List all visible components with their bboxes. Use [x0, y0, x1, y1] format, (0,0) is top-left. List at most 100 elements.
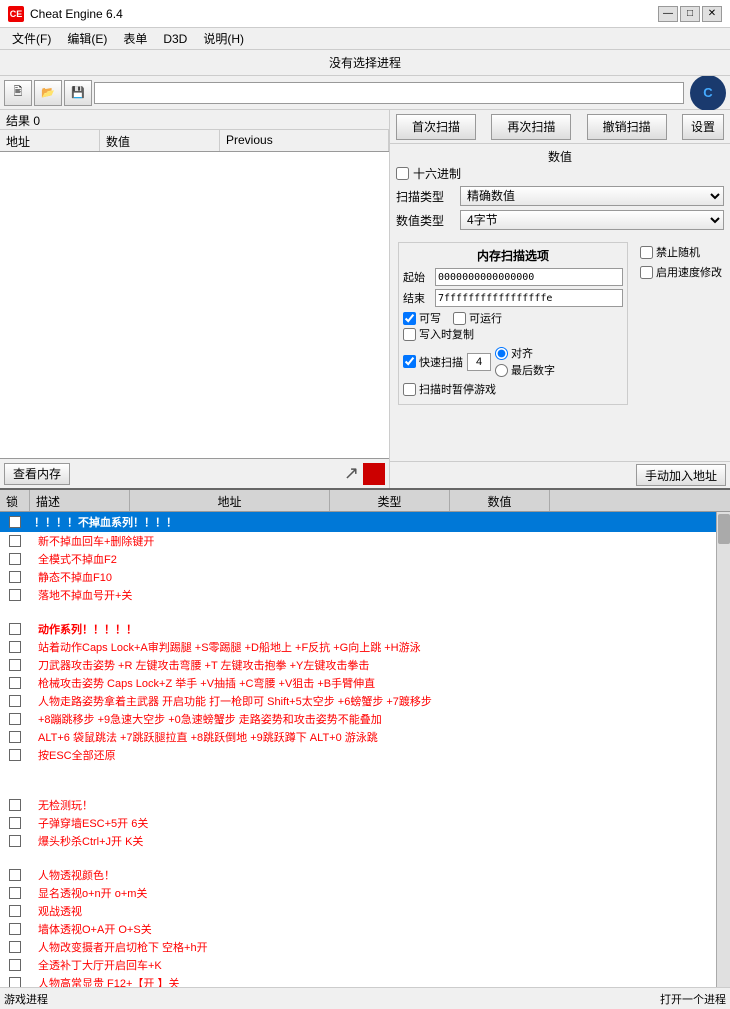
process-bar: 没有选择进程 [0, 50, 730, 76]
table-row [0, 604, 716, 620]
toolbar-new-button[interactable]: 🖹 [4, 80, 32, 106]
hex-checkbox[interactable] [396, 167, 409, 180]
stop-icon [363, 463, 385, 485]
quick-scan-row: 快速扫描 对齐 最后数字 [403, 345, 623, 378]
manual-add-button[interactable]: 手动加入地址 [636, 464, 726, 486]
value-type-label: 数值类型 [396, 212, 456, 229]
lower-table-header: 锁定 描述 地址 类型 数值 [0, 490, 730, 512]
right-panel-bottom: 手动加入地址 [390, 461, 730, 488]
pause-game-row: 扫描时暂停游戏 [403, 381, 623, 397]
writeable-checkbox[interactable] [403, 312, 416, 325]
settings-button[interactable]: 设置 [682, 114, 724, 140]
table-row[interactable]: 人物透视颜色！ [0, 866, 716, 884]
query-memory-button[interactable]: 查看内存 [4, 463, 70, 485]
table-row[interactable]: 动作系列！！！！！ [0, 620, 716, 638]
mem-end-row: 结束 [403, 289, 623, 307]
mem-start-label: 起始 [403, 269, 431, 285]
table-row[interactable]: +8蹦跳移步 +9急速大空步 +0急速螃蟹步 走路姿势和攻击姿势不能叠加 [0, 710, 716, 728]
process-input[interactable] [94, 82, 684, 104]
table-row[interactable]: 显名透视o+n开 o+m关 [0, 884, 716, 902]
toolbar-open-button[interactable]: 📂 [34, 80, 62, 106]
close-button[interactable]: ✕ [702, 6, 722, 22]
table-row[interactable]: ！！！！不掉血系列！！！！ [0, 512, 716, 532]
hex-checkbox-label: 十六进制 [396, 165, 461, 182]
lower-table-content[interactable]: ！！！！不掉血系列！！！！ 新不掉血回车+删除键开 全模式不掉血F2 静态不掉血… [0, 512, 716, 987]
executable-checkbox[interactable] [453, 312, 466, 325]
table-row[interactable]: 全透补丁大厅开启回车+K [0, 956, 716, 974]
table-row[interactable]: 全模式不掉血F2 [0, 550, 716, 568]
menu-file[interactable]: 文件(F) [4, 29, 59, 48]
table-row[interactable]: 无检测玩！ [0, 796, 716, 814]
pointer-icon: ↗ [344, 463, 359, 484]
disable-random-checkbox[interactable] [640, 246, 653, 259]
copy-on-write-checkbox[interactable] [403, 328, 416, 341]
hex-row: 十六进制 [396, 165, 724, 182]
enable-fast-modify-checkbox[interactable] [640, 266, 653, 279]
scrollbar-thumb[interactable] [718, 514, 730, 544]
scan-results-list[interactable] [0, 152, 389, 458]
title-controls: — □ ✕ [658, 6, 722, 22]
quick-scan-checkbox[interactable] [403, 355, 416, 368]
table-row [0, 780, 716, 796]
scan-options: 数值 十六进制 扫描类型 精确数值 数值类型 4字节 [390, 144, 730, 238]
radio-align[interactable] [495, 347, 508, 360]
table-row[interactable]: 静态不掉血F10 [0, 568, 716, 586]
right-panel: 首次扫描 再次扫描 撤销扫描 设置 数值 十六进制 扫描类型 精确数值 [390, 110, 730, 488]
lower-col-type: 类型 [330, 490, 450, 511]
radio-last-digit[interactable] [495, 364, 508, 377]
menu-d3d[interactable]: D3D [155, 31, 195, 47]
lower-col-lock: 锁定 [0, 490, 30, 511]
table-row[interactable]: 新不掉血回车+删除键开 [0, 532, 716, 550]
table-row[interactable]: 墙体透视O+A开 O+S关 [0, 920, 716, 938]
menu-help[interactable]: 说明(H) [195, 29, 252, 48]
table-row[interactable]: 落地不掉血号开+关 [0, 586, 716, 604]
quick-scan-input[interactable] [467, 353, 491, 371]
table-row[interactable]: 人物改变摄者开启切枪下 空格+h开 [0, 938, 716, 956]
table-row[interactable]: 爆头秒杀Ctrl+J开 K关 [0, 832, 716, 850]
value-type-select[interactable]: 4字节 [460, 210, 724, 230]
table-row[interactable]: 按ESC全部还原 [0, 746, 716, 764]
menu-table[interactable]: 表单 [115, 29, 155, 48]
table-row[interactable]: 枪械攻击姿势 Caps Lock+Z 举手 +V抽插 +C弯腰 +V狙击 +B手… [0, 674, 716, 692]
mem-scan-section: 内存扫描选项 起始 结束 可写 [398, 242, 628, 405]
table-row[interactable]: 站着动作Caps Lock+A审判踢腿 +S零踢腿 +D船地上 +F反抗 +G向… [0, 638, 716, 656]
quick-scan-radio-group: 对齐 最后数字 [495, 345, 555, 378]
maximize-button[interactable]: □ [680, 6, 700, 22]
mem-end-label: 结束 [403, 290, 431, 306]
table-row[interactable]: 人物高常显贵 F12+【开 】关 [0, 974, 716, 987]
col-value: 数值 [100, 130, 220, 151]
value-type-row: 数值类型 4字节 [396, 210, 724, 230]
status-right: 打开一个进程 [660, 991, 726, 1007]
lower-scrollbar[interactable] [716, 512, 730, 987]
toolbar-save-button[interactable]: 💾 [64, 80, 92, 106]
minimize-button[interactable]: — [658, 6, 678, 22]
lower-area: 锁定 描述 地址 类型 数值 ！！！！不掉血系列！！！！ 新不掉血回车+删除键开… [0, 490, 730, 987]
next-scan-button[interactable]: 再次扫描 [491, 114, 571, 140]
mem-end-input[interactable] [435, 289, 623, 307]
mem-start-row: 起始 [403, 268, 623, 286]
scan-type-label: 扫描类型 [396, 188, 456, 205]
table-row[interactable]: 人物走路姿势拿着主武器 开启功能 打一枪即可 Shift+5太空步 +6螃蟹步 … [0, 692, 716, 710]
table-row[interactable]: 子弹穿墙ESC+5开 6关 [0, 814, 716, 832]
table-row[interactable]: 观战透视 [0, 902, 716, 920]
mem-scan-title: 内存扫描选项 [403, 247, 623, 264]
mem-scan-area: 内存扫描选项 起始 结束 可写 [394, 240, 726, 407]
mem-checkbox-row: 可写 可运行 [403, 310, 623, 326]
highlighted-text: ！！！！不掉血系列！！！！ [30, 513, 716, 531]
copy-on-write-row: 写入时复制 [403, 326, 623, 342]
first-scan-button[interactable]: 首次扫描 [396, 114, 476, 140]
col-address: 地址 [0, 130, 100, 151]
menu-bar: 文件(F) 编辑(E) 表单 D3D 说明(H) [0, 28, 730, 50]
lock-checkbox[interactable] [9, 516, 21, 528]
menu-edit[interactable]: 编辑(E) [59, 29, 115, 48]
scan-type-select[interactable]: 精确数值 [460, 186, 724, 206]
cancel-scan-button[interactable]: 撤销扫描 [587, 114, 667, 140]
table-row[interactable]: 刀武器攻击姿势 +R 左键攻击弯腰 +T 左键攻击抱拳 +Y左键攻击拳击 [0, 656, 716, 674]
lower-col-desc: 描述 [30, 490, 130, 511]
process-label: 没有选择进程 [329, 54, 401, 71]
table-row[interactable]: ALT+6 袋鼠跳法 +7跳跃腿拉直 +8跳跃倒地 +9跳跃蹲下 ALT+0 游… [0, 728, 716, 746]
scan-options-title: 数值 [396, 148, 724, 165]
pause-game-checkbox[interactable] [403, 383, 416, 396]
mem-start-input[interactable] [435, 268, 623, 286]
left-panel: 结果 0 地址 数值 Previous 查看内存 ↗ [0, 110, 390, 488]
